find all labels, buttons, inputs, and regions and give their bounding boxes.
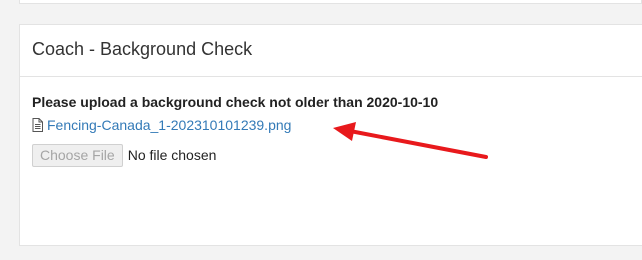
uploaded-file-row: Fencing-Canada_1-202310101239.png	[32, 115, 630, 135]
previous-card	[19, 0, 642, 4]
document-icon	[32, 118, 43, 132]
page: Coach - Background Check Please upload a…	[0, 0, 642, 260]
uploaded-file-link[interactable]: Fencing-Canada_1-202310101239.png	[47, 115, 291, 135]
card-title: Coach - Background Check	[32, 39, 253, 59]
card-body: Please upload a background check not old…	[20, 77, 642, 167]
card-header: Coach - Background Check	[20, 25, 642, 77]
file-input: Choose File No file chosen	[32, 143, 630, 167]
upload-instruction: Please upload a background check not old…	[32, 94, 439, 110]
no-file-status: No file chosen	[127, 147, 217, 163]
choose-file-button[interactable]: Choose File	[32, 143, 123, 167]
background-check-card: Coach - Background Check Please upload a…	[19, 24, 642, 246]
